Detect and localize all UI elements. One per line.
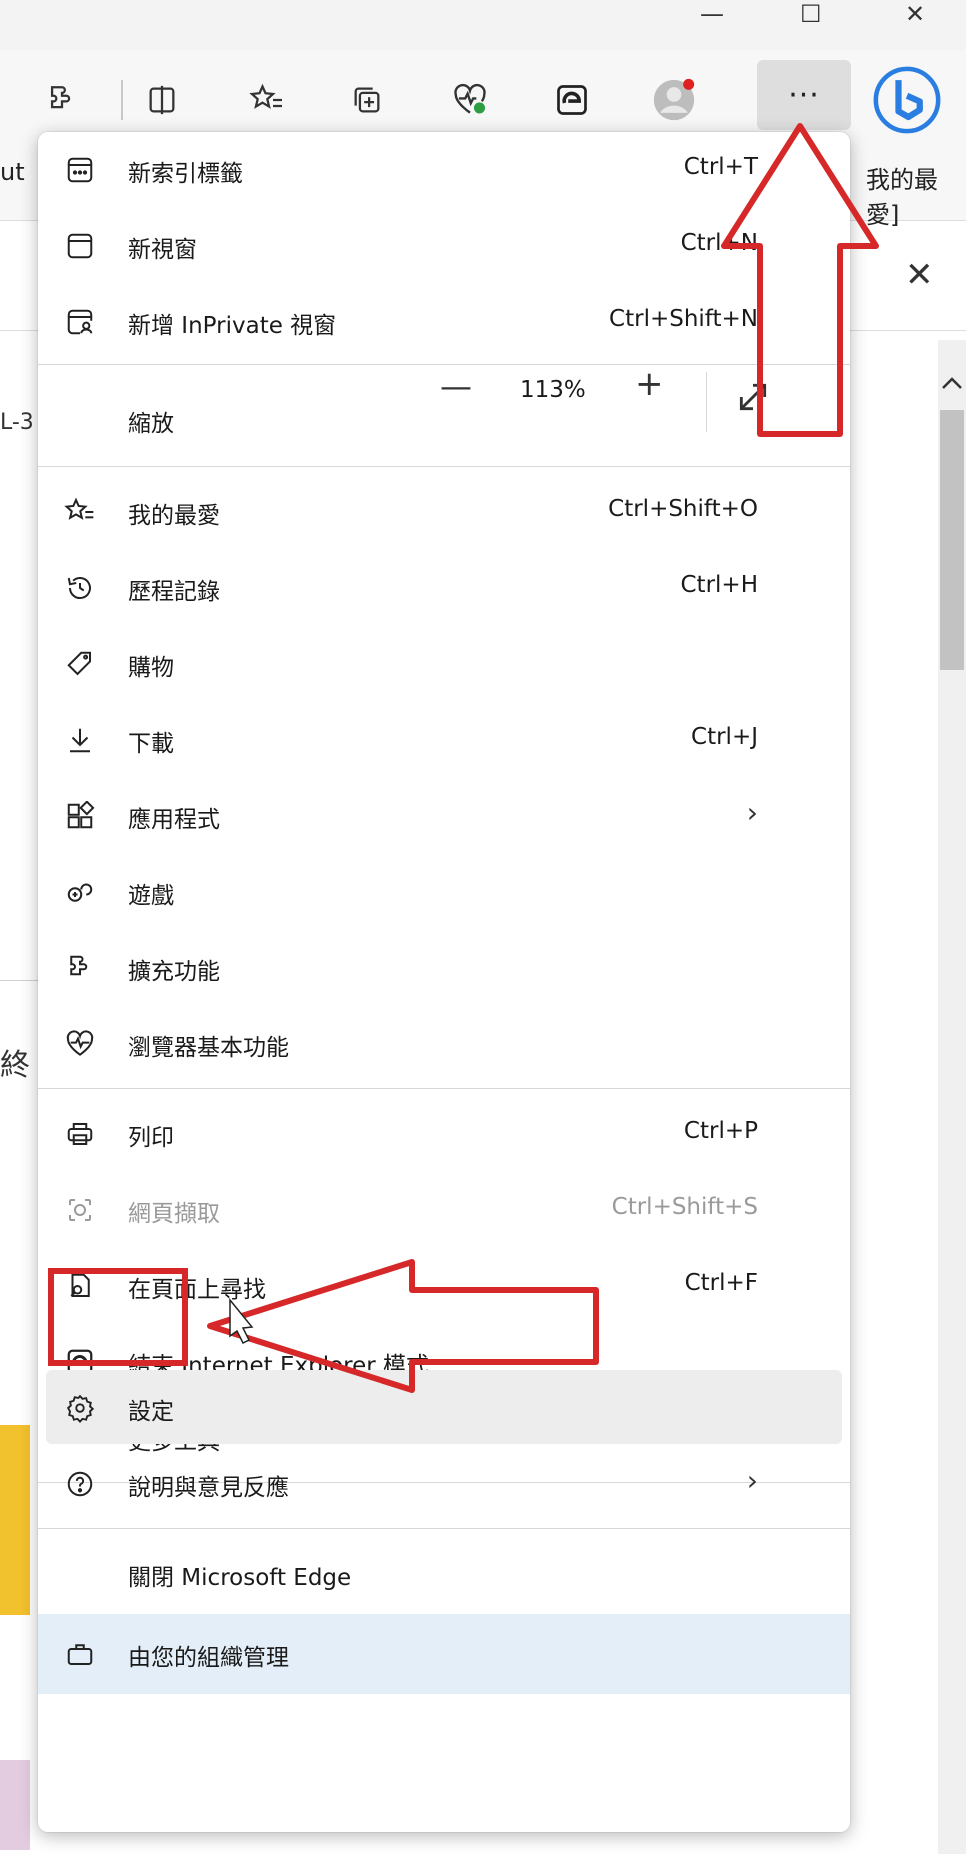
- menu-item-label: 縮放: [128, 411, 174, 437]
- menu-item-label: 網頁擷取: [128, 1201, 220, 1227]
- menu-item-label: 購物: [128, 655, 174, 681]
- close-window-button[interactable]: ✕: [905, 0, 925, 32]
- chevron-right-icon: ›: [746, 1464, 758, 1497]
- page-divider: [0, 980, 40, 981]
- menu-item-label: 擴充功能: [128, 959, 220, 985]
- profile-avatar[interactable]: [652, 78, 696, 122]
- menu-item-label: 說明與意見反應: [128, 1475, 289, 1501]
- menu-item-settings[interactable]: 設定: [38, 1370, 850, 1446]
- toolbar-separator: [121, 80, 123, 120]
- minimize-button[interactable]: —: [700, 0, 724, 32]
- favorites-icon: [60, 492, 100, 532]
- menu-item-downloads[interactable]: 下載 Ctrl+J: [38, 702, 850, 778]
- menu-item-new-tab[interactable]: 新索引標籤 Ctrl+T: [38, 132, 850, 208]
- menu-item-label: 由您的組織管理: [128, 1645, 289, 1671]
- page-text-fragment: 終: [0, 1048, 30, 1083]
- menu-item-history[interactable]: 歷程記錄 Ctrl+H: [38, 550, 850, 626]
- browser-essentials-icon[interactable]: [448, 78, 492, 122]
- apps-icon: [60, 796, 100, 836]
- favorites-bar-fragment-left: ut: [0, 158, 25, 186]
- gear-icon: [60, 1388, 100, 1428]
- chevron-right-icon: ›: [746, 796, 758, 829]
- menu-item-label: 下載: [128, 731, 174, 757]
- page-image-fragment: [0, 1425, 30, 1615]
- menu-item-label: 關閉 Microsoft Edge: [128, 1565, 352, 1591]
- menu-divider: [38, 466, 850, 467]
- menu-item-shortcut: Ctrl+P: [683, 1118, 758, 1144]
- scroll-up-icon[interactable]: [940, 370, 964, 400]
- menu-item-apps[interactable]: 應用程式 ›: [38, 778, 850, 854]
- favorites-bar-fragment-right: 我的最愛]: [866, 166, 938, 229]
- menu-item-managed-by-org[interactable]: 由您的組織管理: [38, 1616, 850, 1692]
- heart-pulse-icon: [60, 1024, 100, 1064]
- menu-item-extensions[interactable]: 擴充功能: [38, 930, 850, 1006]
- ie-mode-icon[interactable]: [550, 78, 594, 122]
- collections-icon[interactable]: [345, 78, 389, 122]
- menu-item-label: 遊戲: [128, 883, 174, 909]
- history-icon: [60, 568, 100, 608]
- new-tab-icon: [60, 150, 100, 190]
- fullscreen-icon[interactable]: [733, 377, 777, 421]
- shopping-tag-icon: [60, 644, 100, 684]
- scroll-thumb[interactable]: [940, 410, 964, 670]
- menu-item-print[interactable]: 列印 Ctrl+P: [38, 1096, 850, 1172]
- menu-item-web-capture: 網頁擷取 Ctrl+Shift+S: [38, 1172, 850, 1248]
- menu-item-new-inprivate[interactable]: 新增 InPrivate 視窗 Ctrl+Shift+N: [38, 284, 850, 360]
- infobar-close-icon[interactable]: ✕: [905, 255, 934, 295]
- menu-item-label: 列印: [128, 1125, 174, 1151]
- menu-item-close-edge[interactable]: 關閉 Microsoft Edge: [38, 1536, 850, 1612]
- menu-item-label: 瀏覽器基本功能: [128, 1035, 289, 1061]
- menu-item-shortcut: Ctrl+T: [683, 154, 758, 180]
- menu-item-shortcut: Ctrl+J: [691, 724, 758, 750]
- split-screen-icon[interactable]: [140, 78, 184, 122]
- zoom-out-button[interactable]: —: [440, 367, 472, 405]
- menu-item-shortcut: Ctrl+Shift+S: [611, 1194, 758, 1220]
- download-icon: [60, 720, 100, 760]
- menu-item-label: 設定: [128, 1399, 174, 1425]
- page-image-fragment: [0, 1760, 30, 1850]
- help-icon: [60, 1464, 100, 1504]
- menu-item-label: 新索引標籤: [128, 161, 243, 187]
- games-icon: [60, 872, 100, 912]
- extensions-icon[interactable]: [40, 78, 84, 122]
- page-text-fragment: L-3: [0, 410, 34, 435]
- menu-item-help[interactable]: 說明與意見反應 ›: [38, 1446, 850, 1522]
- menu-item-shortcut: Ctrl+F: [684, 1270, 758, 1296]
- new-window-icon: [60, 226, 100, 266]
- menu-item-label: 歷程記錄: [128, 579, 220, 605]
- maximize-button[interactable]: ☐: [800, 0, 822, 32]
- menu-item-label: 我的最愛: [128, 503, 220, 529]
- favorites-icon[interactable]: [245, 78, 289, 122]
- menu-item-browser-essentials[interactable]: 瀏覽器基本功能: [38, 1006, 850, 1082]
- zoom-separator: [706, 372, 707, 432]
- menu-item-label: 新增 InPrivate 視窗: [128, 313, 337, 339]
- menu-item-label: 新視窗: [128, 237, 197, 263]
- menu-item-new-window[interactable]: 新視窗 Ctrl+N: [38, 208, 850, 284]
- settings-highlight-box: [48, 1268, 188, 1366]
- menu-item-shortcut: Ctrl+H: [680, 572, 759, 598]
- zoom-level: 113%: [520, 377, 586, 403]
- zoom-in-button[interactable]: +: [635, 364, 664, 404]
- more-options-menu: 新索引標籤 Ctrl+T 新視窗 Ctrl+N 新增 InPrivate 視窗 …: [38, 132, 850, 1832]
- menu-item-shortcut: Ctrl+Shift+N: [609, 306, 758, 332]
- print-icon: [60, 1114, 100, 1154]
- more-options-button[interactable]: ···: [757, 60, 851, 130]
- extensions-icon: [60, 948, 100, 988]
- menu-item-games[interactable]: 遊戲: [38, 854, 850, 930]
- menu-item-shortcut: Ctrl+N: [680, 230, 758, 256]
- menu-item-favorites[interactable]: 我的最愛 Ctrl+Shift+O: [38, 474, 850, 550]
- menu-item-shortcut: Ctrl+Shift+O: [608, 496, 758, 522]
- menu-divider: [38, 1528, 850, 1529]
- menu-divider: [38, 1088, 850, 1089]
- menu-item-label: 應用程式: [128, 807, 220, 833]
- web-capture-icon: [60, 1190, 100, 1230]
- menu-divider: [38, 364, 850, 365]
- inprivate-icon: [60, 302, 100, 342]
- menu-item-shopping[interactable]: 購物: [38, 626, 850, 702]
- briefcase-icon: [60, 1634, 100, 1674]
- bing-icon[interactable]: [872, 65, 942, 135]
